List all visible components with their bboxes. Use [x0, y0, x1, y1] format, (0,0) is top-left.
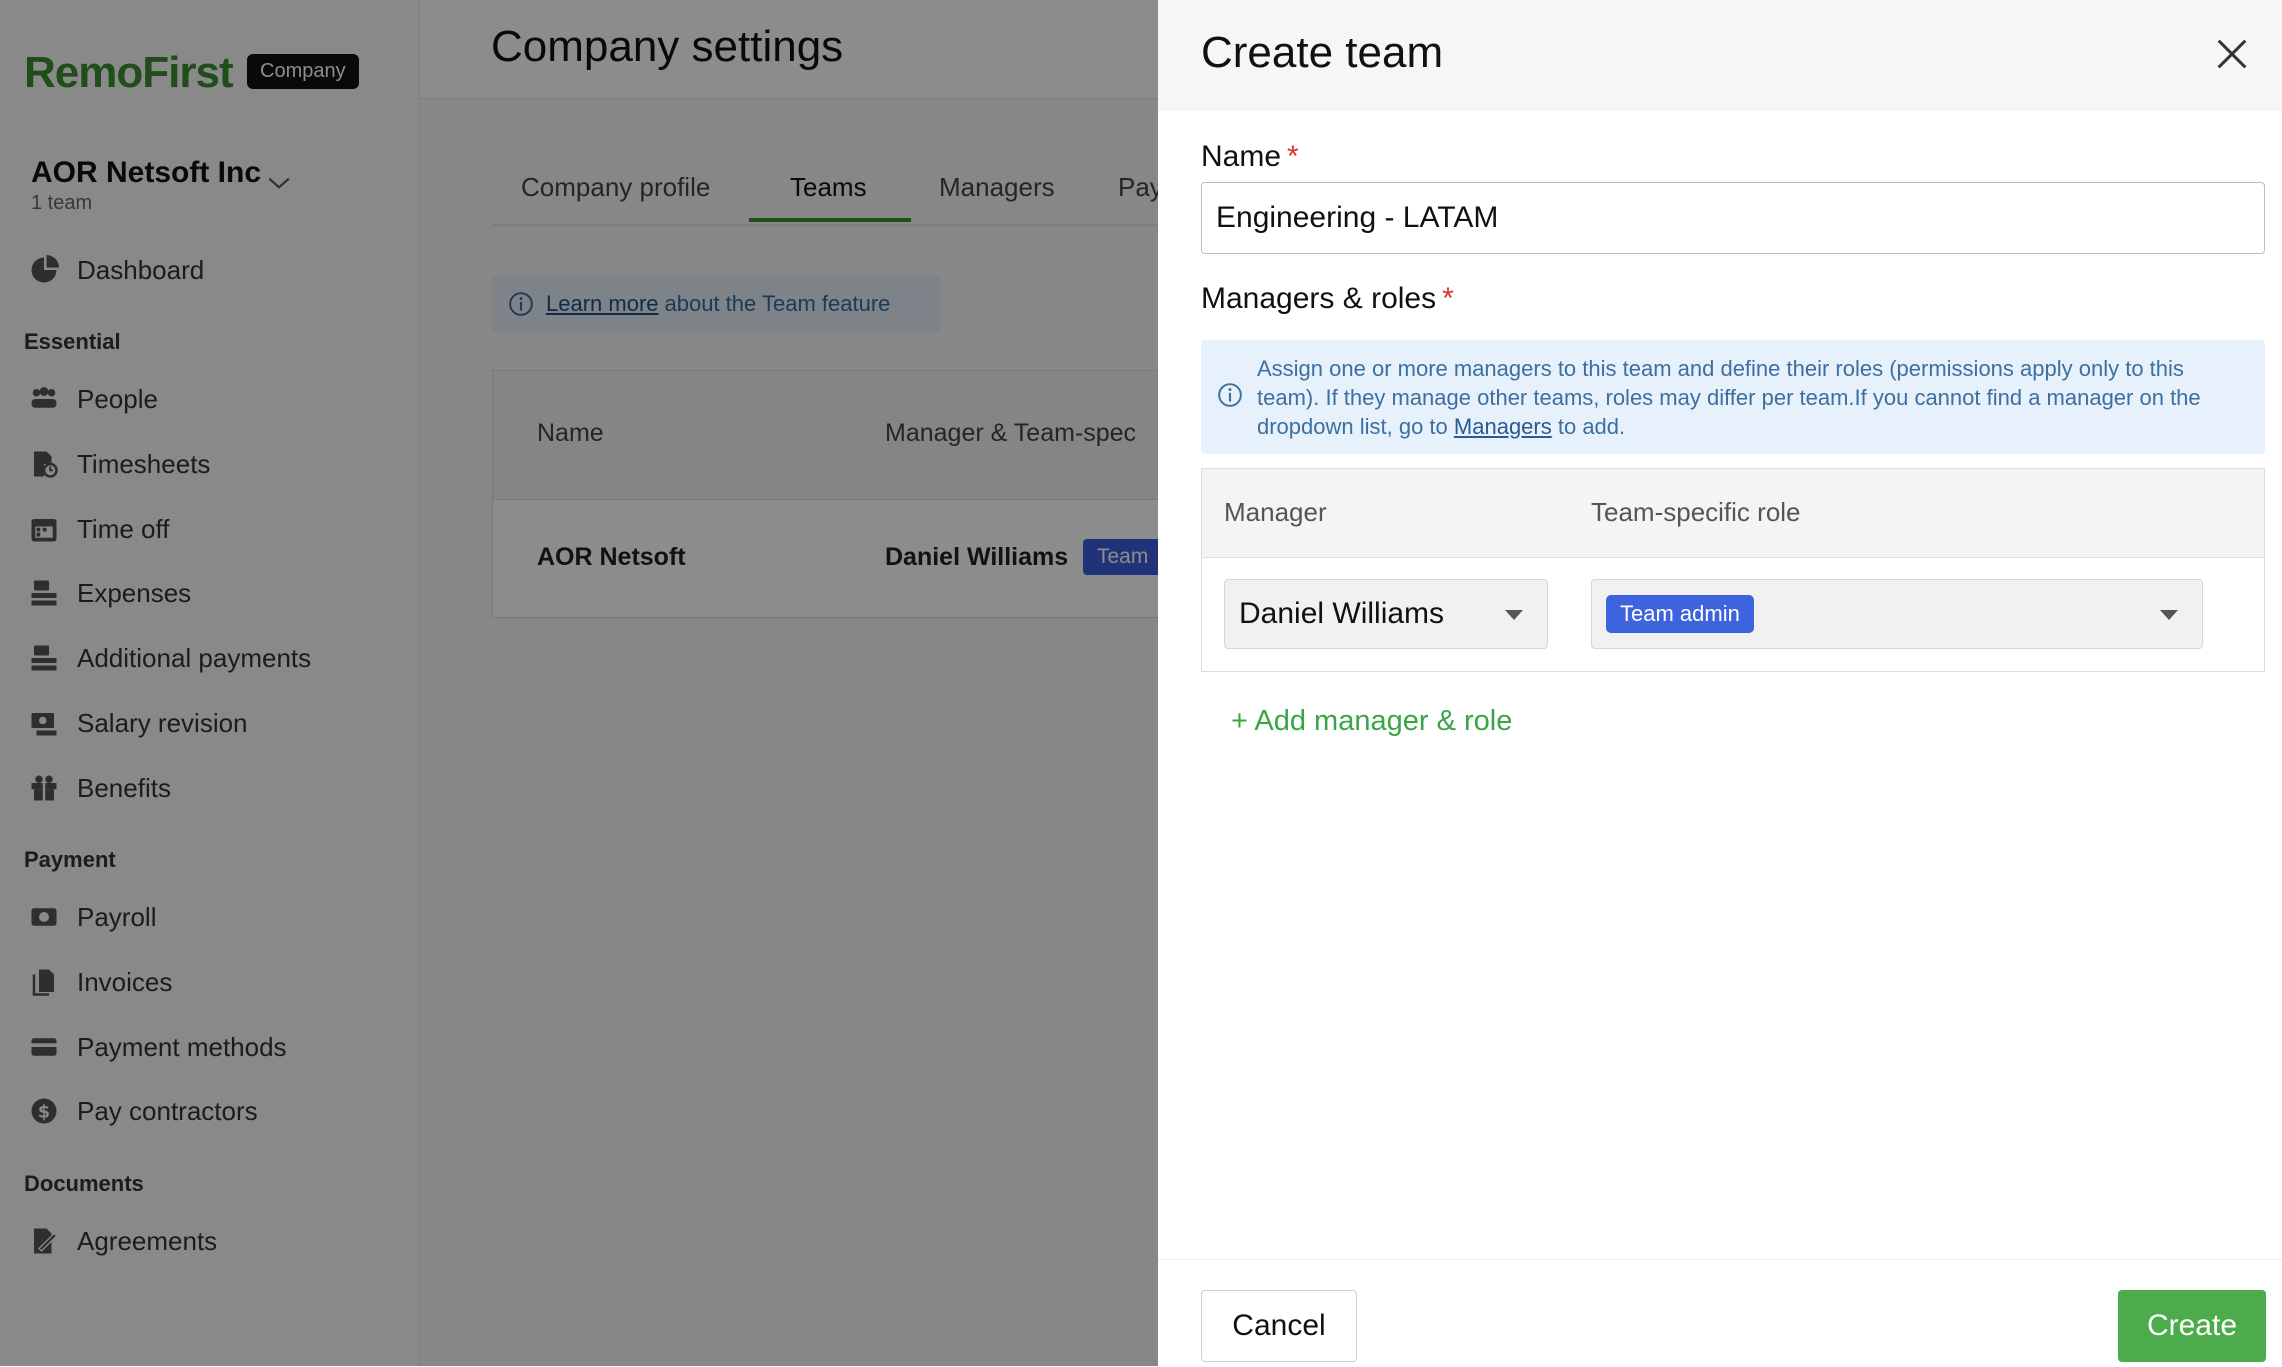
managers-info-banner: Assign one or more managers to this team… [1201, 340, 2265, 454]
caret-down-icon [2160, 610, 2178, 620]
info-text-end: to add. [1551, 414, 1626, 439]
managers-roles-label: Managers & roles * [1201, 282, 1454, 316]
drawer-title: Create team [1201, 28, 1444, 77]
drawer-footer: Cancel Create [1158, 1259, 2282, 1367]
manager-select[interactable]: Daniel Williams [1224, 579, 1548, 649]
required-mark: * [1442, 282, 1454, 315]
caret-down-icon [1505, 610, 1523, 620]
column-header-role: Team-specific role [1591, 497, 1801, 527]
cancel-button[interactable]: Cancel [1201, 1290, 1357, 1362]
drawer-header: Create team [1158, 0, 2282, 110]
add-manager-role-button[interactable]: + Add manager & role [1231, 705, 1512, 738]
name-label-text: Name [1201, 140, 1282, 173]
managers-table-header: Manager Team-specific role [1202, 469, 2264, 558]
team-name-input[interactable] [1201, 182, 2265, 254]
close-icon[interactable] [2212, 34, 2252, 74]
name-label: Name * [1201, 140, 1299, 174]
managers-link[interactable]: Managers [1454, 414, 1552, 439]
info-text: Assign one or more managers to this team… [1257, 356, 2201, 439]
create-team-drawer: Create team Name* Managers & roles* Assi… [1158, 0, 2282, 1367]
create-button[interactable]: Create [2118, 1290, 2266, 1362]
manager-select-value: Daniel Williams [1239, 597, 1445, 630]
managers-table: Manager Team-specific role Daniel Willia… [1201, 468, 2265, 672]
modal-backdrop[interactable] [0, 0, 1158, 1366]
info-icon [1218, 383, 1242, 407]
managers-roles-label-text: Managers & roles [1201, 282, 1437, 315]
role-chip[interactable]: Team admin [1606, 595, 1754, 633]
required-mark: * [1287, 140, 1299, 173]
role-select[interactable]: Team admin [1591, 579, 2203, 649]
column-header-manager: Manager [1224, 497, 1327, 527]
